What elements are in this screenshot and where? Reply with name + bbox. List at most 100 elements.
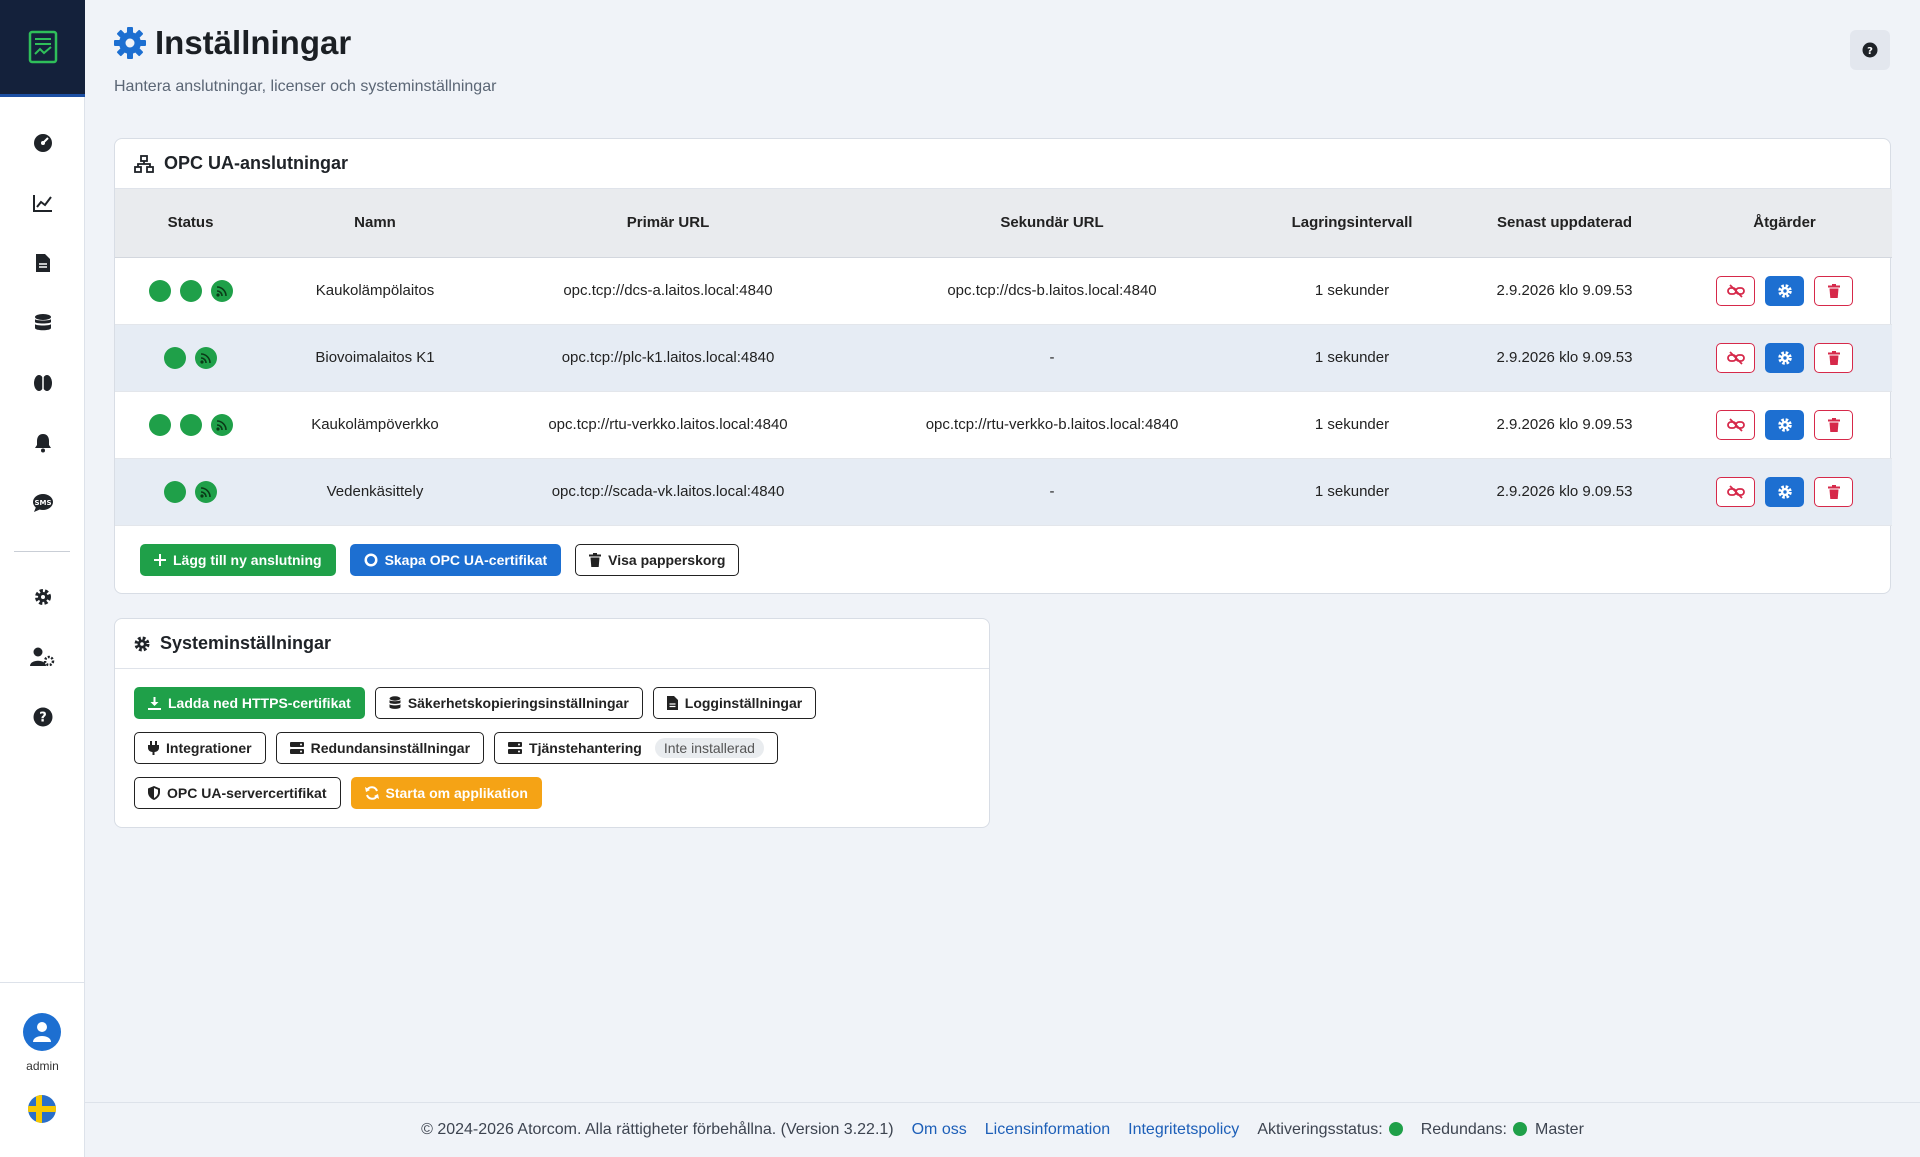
status-badge: Inte installerad (654, 738, 764, 758)
help-button[interactable]: ? (1850, 30, 1890, 70)
secondary-url: opc.tcp://dcs-b.laitos.local:4840 (852, 257, 1252, 325)
document-icon (666, 696, 678, 710)
shield-icon (148, 786, 160, 800)
activation-status: Aktiveringsstatus: (1257, 1121, 1403, 1139)
edit-connection-button[interactable] (1765, 342, 1804, 373)
secondary-url: opc.tcp://rtu-verkko-b.laitos.local:4840 (852, 391, 1252, 459)
sidebar-divider (14, 551, 70, 552)
disconnect-button[interactable] (1716, 342, 1755, 373)
gear-icon (1777, 484, 1792, 499)
status-dot (179, 279, 202, 302)
secondary-url: - (852, 324, 1252, 392)
license-link[interactable]: Licensinformation (985, 1121, 1110, 1139)
status-dot (148, 413, 171, 436)
add-connection-button[interactable]: Lägg till ny anslutning (140, 544, 336, 576)
edit-connection-button[interactable] (1765, 476, 1804, 507)
column-header-status[interactable]: Status (115, 189, 266, 258)
primary-url: opc.tcp://plc-k1.laitos.local:4840 (484, 324, 852, 392)
storage-interval: 1 sekunder (1252, 324, 1452, 392)
delete-connection-button[interactable] (1814, 275, 1853, 306)
app-logo[interactable] (0, 0, 85, 97)
nav-help[interactable]: ? (28, 702, 58, 732)
delete-connection-button[interactable] (1814, 476, 1853, 507)
opc-footer-actions: Lägg till ny anslutning Skapa OPC UA-cer… (140, 544, 740, 576)
last-updated: 2.9.2026 klo 9.09.53 (1452, 257, 1677, 325)
restart-application-button[interactable]: Starta om applikation (350, 777, 542, 809)
table-row: Biovoimalaitos K1 opc.tcp://plc-k1.laito… (115, 324, 1892, 392)
actions-cell (1677, 257, 1892, 325)
status-cell (115, 324, 266, 392)
gear-icon (1777, 283, 1792, 298)
status-cell (115, 391, 266, 459)
trash-icon (1827, 283, 1840, 298)
status-dot (179, 413, 202, 436)
delete-connection-button[interactable] (1814, 342, 1853, 373)
delete-connection-button[interactable] (1814, 409, 1853, 440)
signal-icon (210, 279, 233, 302)
nav-sms[interactable]: SMS (28, 488, 58, 518)
redundancy-settings-button[interactable]: Redundansinställningar (275, 732, 485, 764)
connection-name: Vedenkäsittely (266, 458, 484, 526)
sms-icon: SMS (33, 494, 53, 512)
trash-icon (1827, 350, 1840, 365)
document-icon (36, 254, 50, 272)
column-header-interval[interactable]: Lagringsintervall (1252, 189, 1452, 258)
connection-name: Kaukolämpölaitos (266, 257, 484, 325)
nav-settings[interactable] (28, 582, 58, 612)
signal-icon (210, 413, 233, 436)
primary-url: opc.tcp://dcs-a.laitos.local:4840 (484, 257, 852, 325)
column-header-secondary-url[interactable]: Sekundär URL (852, 189, 1252, 258)
privacy-link[interactable]: Integritetspolicy (1128, 1121, 1239, 1139)
log-settings-button[interactable]: Logginställningar (652, 687, 817, 719)
column-header-primary-url[interactable]: Primär URL (484, 189, 852, 258)
create-certificate-button[interactable]: Skapa OPC UA-certifikat (349, 544, 562, 576)
nav-ai[interactable] (28, 368, 58, 398)
nav-dashboard[interactable] (28, 128, 58, 158)
nav-charts[interactable] (28, 188, 58, 218)
download-https-cert-button[interactable]: Ladda ned HTTPS-certifikat (134, 687, 365, 719)
language-flag-icon[interactable] (28, 1095, 56, 1123)
dashboard-icon (34, 134, 52, 152)
nav-users[interactable] (28, 642, 58, 672)
primary-url: opc.tcp://rtu-verkko.laitos.local:4840 (484, 391, 852, 459)
backup-settings-button[interactable]: Säkerhetskopieringsinställningar (374, 687, 643, 719)
server-icon (289, 742, 304, 754)
opc-connections-table: Status Namn Primär URL Sekundär URL Lagr… (115, 189, 1892, 526)
disconnect-button[interactable] (1716, 275, 1755, 306)
nav-reports[interactable] (28, 248, 58, 278)
avatar[interactable] (23, 1013, 61, 1051)
logo-icon (28, 30, 57, 64)
svg-text:?: ? (1867, 46, 1873, 57)
signal-icon (195, 346, 217, 369)
disconnect-button[interactable] (1716, 409, 1755, 440)
edit-connection-button[interactable] (1765, 409, 1804, 440)
actions-cell (1677, 324, 1892, 392)
plus-icon (154, 554, 166, 566)
about-link[interactable]: Om oss (912, 1121, 967, 1139)
edit-connection-button[interactable] (1765, 275, 1804, 306)
service-management-button[interactable]: Tjänstehantering Inte installerad (494, 732, 778, 764)
page-header: Inställningar (113, 24, 351, 62)
column-header-name[interactable]: Namn (266, 189, 484, 258)
brain-icon (34, 375, 52, 391)
network-icon (134, 154, 154, 173)
primary-url: opc.tcp://scada-vk.laitos.local:4840 (484, 458, 852, 526)
column-header-updated[interactable]: Senast uppdaterad (1452, 189, 1677, 258)
link-off-icon (1726, 484, 1745, 499)
redundancy-status: Redundans: Master (1420, 1121, 1584, 1138)
gear-icon (35, 589, 51, 605)
server-certificate-button[interactable]: OPC UA-servercertifikat (134, 777, 341, 809)
gear-icon (1777, 417, 1792, 432)
connection-name: Biovoimalaitos K1 (266, 324, 484, 392)
system-card-header: Systeminställningar (115, 619, 989, 669)
nav-database[interactable] (28, 308, 58, 338)
table-row: Kaukolämpöverkko opc.tcp://rtu-verkko.la… (115, 391, 1892, 459)
disconnect-button[interactable] (1716, 476, 1755, 507)
system-card-title: Systeminställningar (160, 633, 332, 653)
integrations-button[interactable]: Integrationer (134, 732, 266, 764)
sidebar-user-area: admin (0, 982, 85, 1157)
show-trash-button[interactable]: Visa papperskorg (575, 544, 740, 576)
link-off-icon (1726, 417, 1745, 432)
download-icon (148, 696, 161, 710)
nav-alarms[interactable] (28, 428, 58, 458)
